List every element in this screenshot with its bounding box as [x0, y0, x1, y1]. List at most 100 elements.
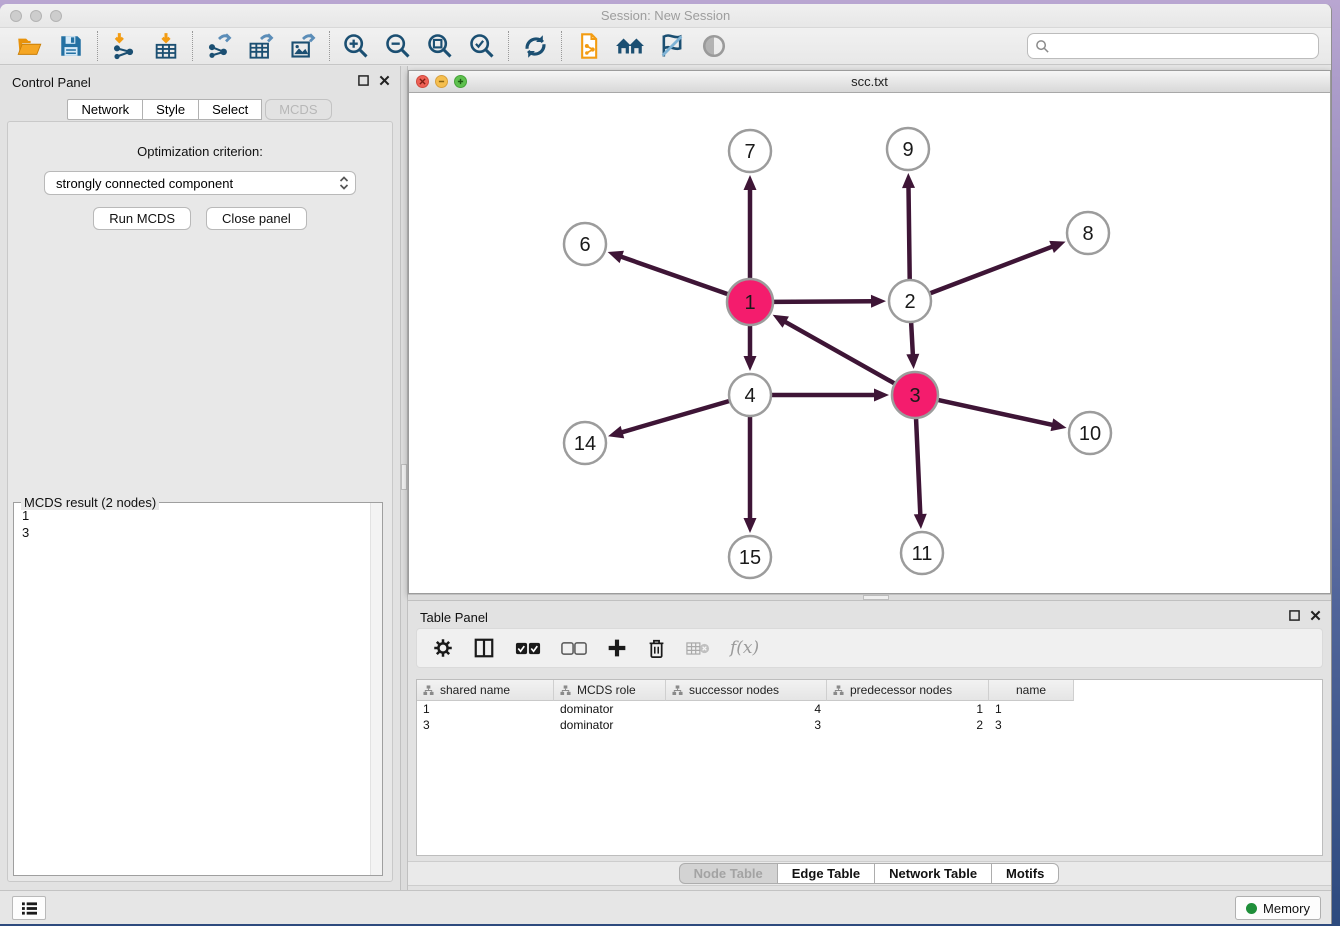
graph-node-2[interactable]: 2 [889, 280, 931, 322]
table-row[interactable]: 3 dominator 3 2 3 [417, 717, 1322, 733]
search-box[interactable] [1027, 33, 1319, 59]
column-view-icon[interactable] [473, 637, 495, 659]
cell-mcds-role[interactable]: dominator [554, 717, 666, 733]
close-window-icon[interactable] [10, 10, 22, 22]
export-table-icon[interactable] [240, 30, 282, 62]
graph-node-15[interactable]: 15 [729, 536, 771, 578]
graph-node-14[interactable]: 14 [564, 422, 606, 464]
tab-style[interactable]: Style [142, 99, 199, 120]
graph-node-9[interactable]: 9 [887, 128, 929, 170]
optimization-criterion-select[interactable]: strongly connected component [44, 171, 356, 195]
graph-node-1[interactable]: 1 [727, 279, 773, 325]
save-session-icon[interactable] [50, 30, 92, 62]
graph-node-3[interactable]: 3 [892, 372, 938, 418]
tab-network[interactable]: Network [67, 99, 143, 120]
graph-node-7[interactable]: 7 [729, 130, 771, 172]
graph-node-10[interactable]: 10 [1069, 412, 1111, 454]
float-panel-icon[interactable] [1289, 610, 1300, 621]
col-name[interactable]: name [989, 680, 1074, 701]
frame-maximize-icon[interactable] [454, 75, 467, 88]
duplicate-network-icon[interactable] [567, 30, 609, 62]
tab-node-table[interactable]: Node Table [679, 863, 778, 884]
cell-successor-nodes[interactable]: 4 [666, 701, 827, 717]
graph-edge-2-8[interactable] [931, 241, 1066, 293]
graph-node-11[interactable]: 11 [901, 532, 943, 574]
graph-edge-4-3[interactable] [772, 389, 889, 402]
zoom-out-icon[interactable] [377, 30, 419, 62]
col-mcds-role[interactable]: MCDS role [554, 680, 666, 701]
network-canvas[interactable]: 1 2 3 4 6 7 8 9 10 11 14 15 [409, 94, 1330, 593]
zoom-fit-icon[interactable] [419, 30, 461, 62]
graph-edge-1-4[interactable] [744, 326, 757, 371]
mcds-result-box[interactable]: MCDS result (2 nodes) 1 3 [13, 502, 383, 876]
graph-edge-3-10[interactable] [938, 400, 1066, 431]
tab-mcds[interactable]: MCDS [265, 99, 331, 120]
tab-select[interactable]: Select [198, 99, 262, 120]
birdseye-view-icon[interactable] [693, 30, 735, 62]
graph-edge-2-9[interactable] [902, 173, 915, 279]
graph-edge-4-14[interactable] [608, 401, 729, 438]
zoom-selected-icon[interactable] [461, 30, 503, 62]
cell-mcds-role[interactable]: dominator [554, 701, 666, 717]
toggle-graphics-details-icon[interactable] [651, 30, 693, 62]
graph-edge-3-11[interactable] [914, 419, 927, 529]
graph-edge-1-7[interactable] [744, 175, 757, 278]
memory-button[interactable]: Memory [1235, 896, 1321, 920]
graph-edge-3-1[interactable] [773, 315, 894, 383]
cell-shared-name[interactable]: 1 [417, 701, 554, 717]
cell-successor-nodes[interactable]: 3 [666, 717, 827, 733]
import-network-icon[interactable] [103, 30, 145, 62]
open-session-icon[interactable] [8, 30, 50, 62]
minimize-window-icon[interactable] [30, 10, 42, 22]
col-shared-name[interactable]: shared name [417, 680, 554, 701]
cell-name[interactable]: 1 [989, 701, 1074, 717]
cell-predecessor-nodes[interactable]: 2 [827, 717, 989, 733]
deselect-all-columns-icon[interactable] [561, 642, 587, 655]
delete-column-icon[interactable] [647, 638, 666, 659]
splitter-grip[interactable] [863, 595, 889, 600]
task-history-button[interactable] [12, 896, 46, 920]
graph-node-4[interactable]: 4 [729, 374, 771, 416]
graph-edge-1-2[interactable] [774, 295, 886, 308]
close-panel-button[interactable]: Close panel [206, 207, 307, 230]
graph-edge-2-3[interactable] [906, 323, 919, 369]
export-image-icon[interactable] [282, 30, 324, 62]
vertical-splitter[interactable] [400, 66, 408, 890]
select-all-columns-icon[interactable] [515, 642, 541, 655]
network-graph[interactable]: 1 2 3 4 6 7 8 9 10 11 14 15 [409, 94, 1331, 594]
import-table-icon[interactable] [145, 30, 187, 62]
graph-edge-1-6[interactable] [608, 251, 728, 294]
window-traffic-lights[interactable] [10, 10, 62, 22]
cell-shared-name[interactable]: 3 [417, 717, 554, 733]
gear-icon[interactable] [433, 638, 453, 658]
welcome-screen-icon[interactable] [609, 30, 651, 62]
cell-predecessor-nodes[interactable]: 1 [827, 701, 989, 717]
col-successor-nodes[interactable]: successor nodes [666, 680, 827, 701]
table-row[interactable]: 1 dominator 4 1 1 [417, 701, 1322, 717]
tab-network-table[interactable]: Network Table [874, 863, 992, 884]
function-builder-icon[interactable]: f(x) [730, 638, 759, 658]
float-panel-icon[interactable] [358, 75, 369, 86]
apply-layout-icon[interactable] [514, 30, 556, 62]
search-input[interactable] [1055, 39, 1311, 54]
add-column-icon[interactable] [607, 638, 627, 658]
export-network-icon[interactable] [198, 30, 240, 62]
network-frame-titlebar[interactable]: scc.txt [409, 71, 1330, 93]
run-mcds-button[interactable]: Run MCDS [93, 207, 191, 230]
graph-edge-4-15[interactable] [744, 417, 757, 533]
frame-close-icon[interactable] [416, 75, 429, 88]
frame-minimize-icon[interactable] [435, 75, 448, 88]
col-predecessor-nodes[interactable]: predecessor nodes [827, 680, 989, 701]
close-panel-icon[interactable] [379, 75, 390, 86]
graph-node-6[interactable]: 6 [564, 223, 606, 265]
tab-motifs[interactable]: Motifs [991, 863, 1059, 884]
zoom-in-icon[interactable] [335, 30, 377, 62]
graph-node-8[interactable]: 8 [1067, 212, 1109, 254]
zoom-window-icon[interactable] [50, 10, 62, 22]
cell-name[interactable]: 3 [989, 717, 1074, 733]
delete-table-icon[interactable] [686, 641, 710, 656]
horizontal-splitter[interactable] [408, 594, 1331, 601]
close-panel-icon[interactable] [1310, 610, 1321, 621]
tab-edge-table[interactable]: Edge Table [777, 863, 875, 884]
splitter-grip[interactable] [401, 464, 407, 490]
